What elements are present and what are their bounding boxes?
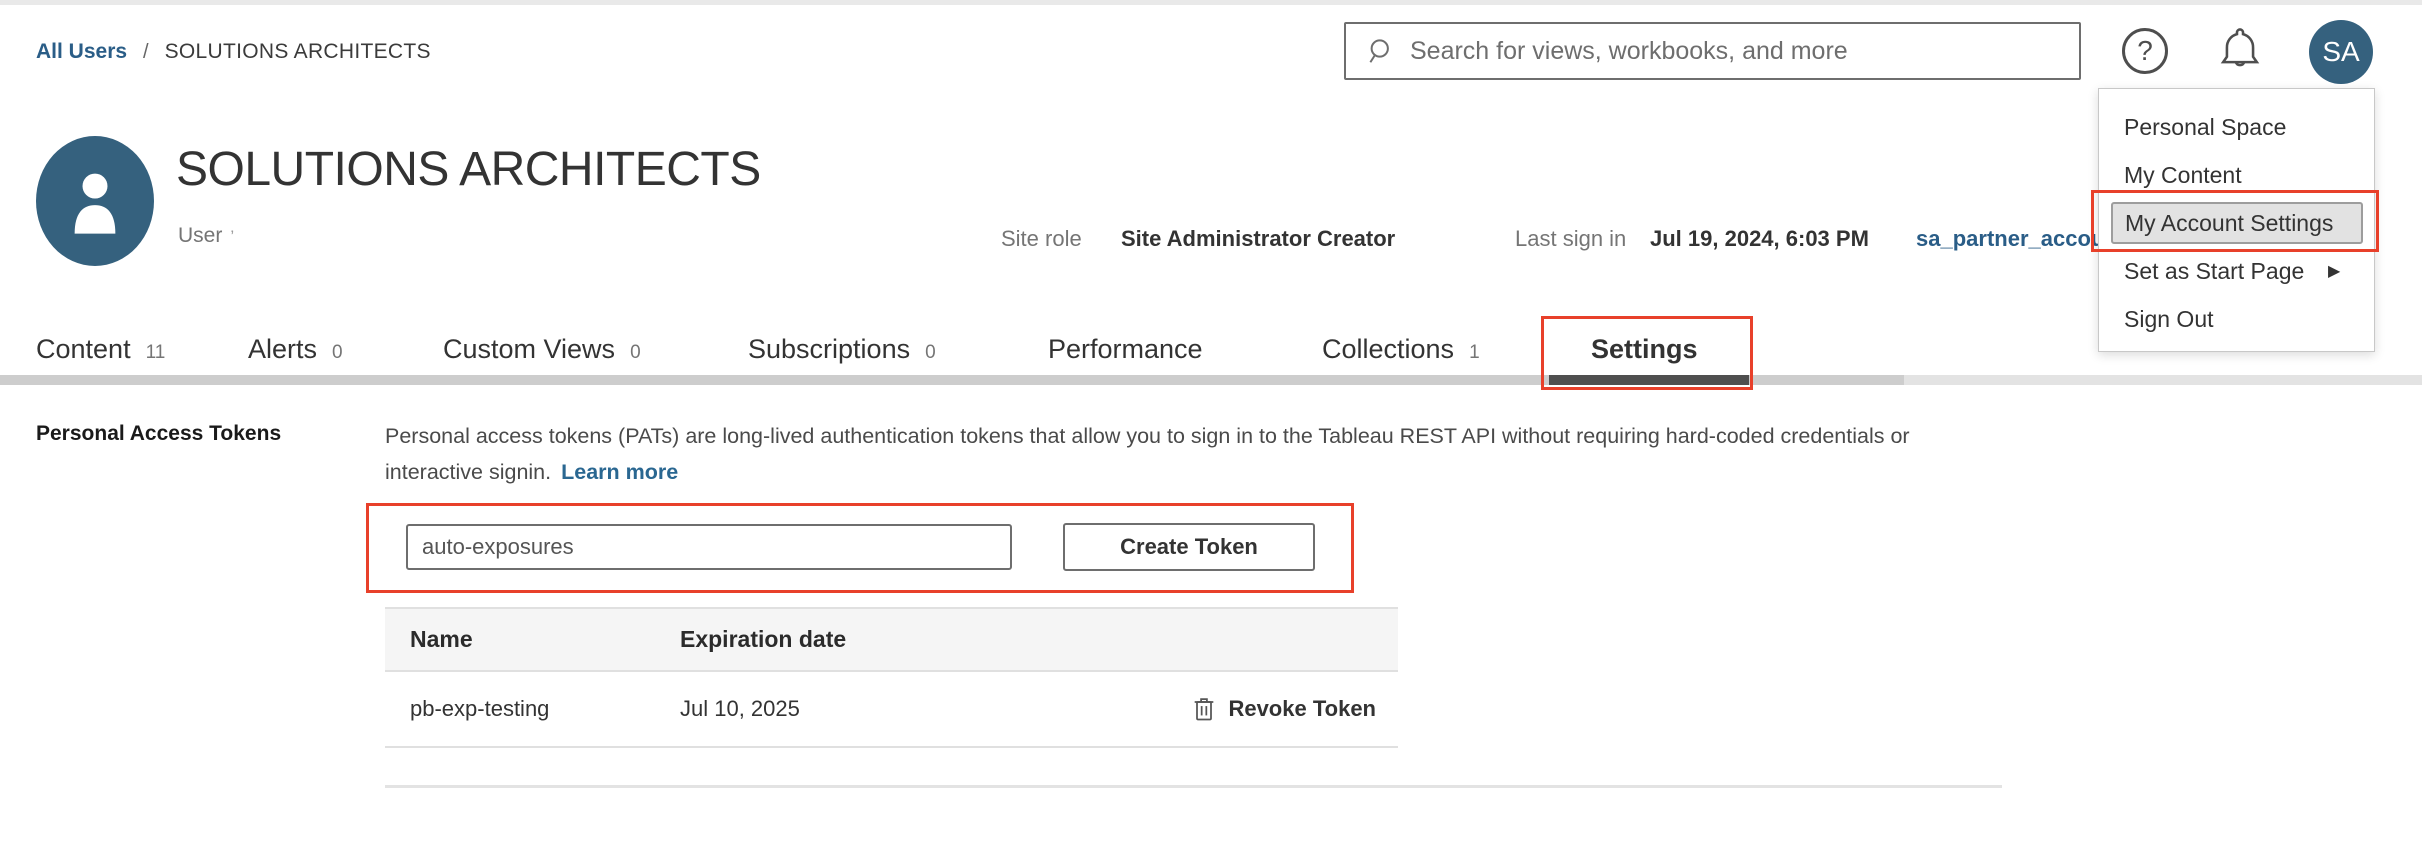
create-token-button[interactable]: Create Token bbox=[1063, 523, 1315, 571]
username-link[interactable]: sa_partner_accou bbox=[1916, 224, 2104, 254]
menu-item-sign-out[interactable]: Sign Out bbox=[2099, 295, 2374, 343]
token-name-cell: pb-exp-testing bbox=[385, 696, 680, 722]
tab-content-count: 11 bbox=[146, 342, 166, 364]
last-sign-in-label: Last sign in bbox=[1515, 224, 1626, 254]
token-expiration-cell: Jul 10, 2025 bbox=[680, 696, 1060, 722]
tab-divider-bar-light bbox=[1904, 375, 2422, 385]
submenu-arrow-icon: ▶ bbox=[2328, 261, 2340, 281]
menu-item-my-account-settings[interactable]: My Account Settings bbox=[2099, 199, 2374, 247]
learn-more-link[interactable]: Learn more bbox=[561, 460, 678, 484]
user-type-tick: ’ bbox=[230, 227, 234, 246]
tab-subscriptions-count: 0 bbox=[925, 342, 936, 364]
menu-item-set-as-start-page[interactable]: Set as Start Page ▶ bbox=[2099, 247, 2374, 295]
site-role-value: Site Administrator Creator bbox=[1121, 224, 1395, 254]
account-dropdown-menu: Personal Space My Content My Account Set… bbox=[2098, 88, 2375, 352]
help-icon[interactable]: ? bbox=[2122, 28, 2168, 74]
token-table: Name Expiration date pb-exp-testing Jul … bbox=[385, 607, 1398, 748]
section-divider bbox=[385, 785, 2002, 788]
tab-performance[interactable]: Performance bbox=[1048, 334, 1203, 365]
revoke-token-button[interactable]: Revoke Token bbox=[1228, 696, 1376, 722]
active-tab-indicator bbox=[1549, 375, 1749, 385]
tab-alerts[interactable]: Alerts0 bbox=[248, 334, 343, 365]
avatar-initials: SA bbox=[2322, 36, 2359, 68]
column-header-name: Name bbox=[385, 626, 680, 653]
tab-collections-count: 1 bbox=[1469, 342, 1480, 364]
help-glyph: ? bbox=[2137, 35, 2153, 67]
search-input[interactable]: Search for views, workbooks, and more bbox=[1344, 22, 2081, 80]
tab-custom-views-count: 0 bbox=[630, 342, 641, 364]
tab-settings[interactable]: Settings bbox=[1591, 334, 1698, 365]
page-title: SOLUTIONS ARCHITECTS bbox=[176, 142, 761, 197]
column-header-expiration: Expiration date bbox=[680, 626, 1060, 653]
pat-description: Personal access tokens (PATs) are long-l… bbox=[385, 418, 1985, 490]
search-placeholder: Search for views, workbooks, and more bbox=[1410, 37, 1848, 66]
token-table-header: Name Expiration date bbox=[385, 607, 1398, 672]
top-window-strip bbox=[0, 0, 2422, 5]
tab-custom-views[interactable]: Custom Views0 bbox=[443, 334, 641, 365]
menu-item-highlight: My Account Settings bbox=[2111, 202, 2363, 244]
search-icon bbox=[1366, 36, 1396, 66]
profile-avatar bbox=[36, 136, 154, 266]
site-role-label: Site role bbox=[1001, 224, 1082, 254]
tab-subscriptions[interactable]: Subscriptions0 bbox=[748, 334, 936, 365]
notifications-bell-icon[interactable] bbox=[2212, 22, 2268, 78]
tab-content[interactable]: Content11 bbox=[36, 334, 165, 365]
user-avatar-button[interactable]: SA bbox=[2309, 20, 2373, 84]
tab-alerts-count: 0 bbox=[332, 342, 343, 364]
breadcrumb-separator: / bbox=[143, 41, 149, 64]
token-name-input[interactable] bbox=[406, 524, 1012, 570]
pat-section-heading: Personal Access Tokens bbox=[36, 422, 281, 446]
menu-item-personal-space[interactable]: Personal Space bbox=[2099, 103, 2374, 151]
person-icon bbox=[62, 163, 128, 239]
breadcrumb-all-users-link[interactable]: All Users bbox=[36, 40, 127, 64]
breadcrumb: All Users / SOLUTIONS ARCHITECTS bbox=[36, 40, 431, 64]
table-row: pb-exp-testing Jul 10, 2025 Revoke Token bbox=[385, 672, 1398, 748]
menu-item-my-content[interactable]: My Content bbox=[2099, 151, 2374, 199]
breadcrumb-current: SOLUTIONS ARCHITECTS bbox=[165, 40, 431, 64]
tab-collections[interactable]: Collections1 bbox=[1322, 334, 1480, 365]
trash-icon bbox=[1192, 695, 1216, 723]
user-type-label: User’ bbox=[178, 224, 234, 248]
last-sign-in-value: Jul 19, 2024, 6:03 PM bbox=[1650, 224, 1869, 254]
